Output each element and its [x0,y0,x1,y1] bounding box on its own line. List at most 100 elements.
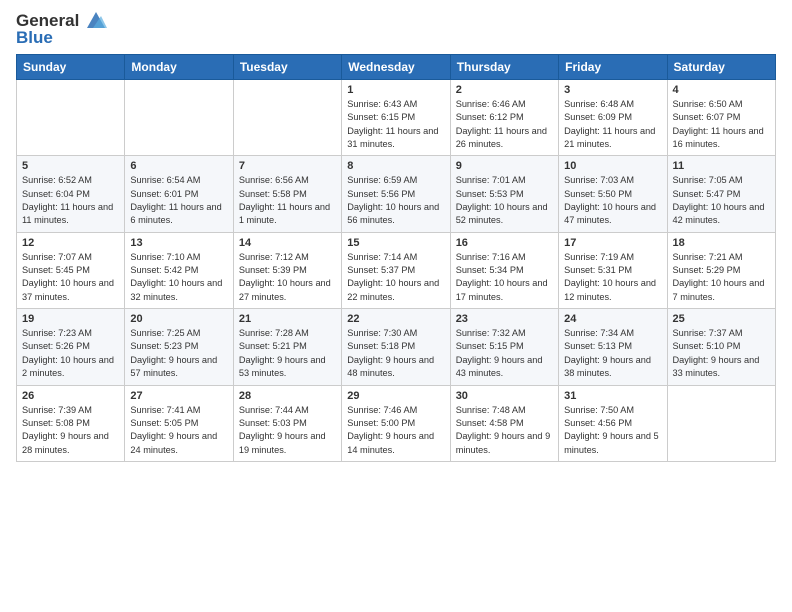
calendar-cell: 11 Sunrise: 7:05 AMSunset: 5:47 PMDayligh… [667,156,775,232]
calendar-cell: 29 Sunrise: 7:46 AMSunset: 5:00 PMDayligh… [342,385,450,461]
cell-content: Sunrise: 7:07 AMSunset: 5:45 PMDaylight:… [22,251,119,304]
calendar-cell: 20Sunrise: 7:25 AMSunset: 5:23 PMDayligh… [125,309,233,385]
calendar-cell: 13 Sunrise: 7:10 AMSunset: 5:42 PMDayligh… [125,232,233,308]
day-number: 27 [130,390,227,402]
day-number: 26 [22,390,119,402]
calendar-cell: 14 Sunrise: 7:12 AMSunset: 5:39 PMDayligh… [233,232,341,308]
calendar-cell: 4 Sunrise: 6:50 AMSunset: 6:07 PMDaylight… [667,80,775,156]
cell-content: Sunrise: 7:21 AMSunset: 5:29 PMDaylight:… [673,251,770,304]
logo-blue-text: Blue [16,28,53,48]
calendar-cell: 22 Sunrise: 7:30 AMSunset: 5:18 PMDayligh… [342,309,450,385]
calendar-cell: 24 Sunrise: 7:34 AMSunset: 5:13 PMDayligh… [559,309,667,385]
calendar-cell: 31 Sunrise: 7:50 AMSunset: 4:56 PMDayligh… [559,385,667,461]
calendar-cell: 16 Sunrise: 7:16 AMSunset: 5:34 PMDayligh… [450,232,558,308]
weekday-header-wednesday: Wednesday [342,55,450,80]
day-number: 31 [564,390,661,402]
day-number: 1 [347,84,444,96]
calendar-cell: 10 Sunrise: 7:03 AMSunset: 5:50 PMDayligh… [559,156,667,232]
logo: General Blue [16,10,109,48]
cell-content: Sunrise: 7:10 AMSunset: 5:42 PMDaylight:… [130,251,227,304]
cell-content: Sunrise: 7:14 AMSunset: 5:37 PMDaylight:… [347,251,444,304]
day-number: 16 [456,237,553,249]
day-number: 13 [130,237,227,249]
day-number: 14 [239,237,336,249]
day-number: 28 [239,390,336,402]
calendar-cell: 28 Sunrise: 7:44 AMSunset: 5:03 PMDayligh… [233,385,341,461]
day-number: 25 [673,313,770,325]
weekday-header-row: SundayMondayTuesdayWednesdayThursdayFrid… [17,55,776,80]
cell-content: Sunrise: 7:37 AMSunset: 5:10 PMDaylight:… [673,327,770,380]
day-number: 12 [22,237,119,249]
cell-content: Sunrise: 7:16 AMSunset: 5:34 PMDaylight:… [456,251,553,304]
calendar-cell: 9 Sunrise: 7:01 AMSunset: 5:53 PMDaylight… [450,156,558,232]
calendar-cell: 26Sunrise: 7:39 AMSunset: 5:08 PMDayligh… [17,385,125,461]
cell-content: Sunrise: 6:46 AMSunset: 6:12 PMDaylight:… [456,98,553,151]
cell-content: Sunrise: 7:46 AMSunset: 5:00 PMDaylight:… [347,404,444,457]
cell-content: Sunrise: 7:23 AMSunset: 5:26 PMDaylight:… [22,327,119,380]
cell-content: Sunrise: 7:50 AMSunset: 4:56 PMDaylight:… [564,404,661,457]
calendar-cell: 15 Sunrise: 7:14 AMSunset: 5:37 PMDayligh… [342,232,450,308]
cell-content: Sunrise: 7:19 AMSunset: 5:31 PMDaylight:… [564,251,661,304]
cell-content: Sunrise: 7:05 AMSunset: 5:47 PMDaylight:… [673,174,770,227]
day-number: 24 [564,313,661,325]
cell-content: Sunrise: 6:52 AMSunset: 6:04 PMDaylight:… [22,174,119,227]
day-number: 11 [673,160,770,172]
cell-content: Sunrise: 7:01 AMSunset: 5:53 PMDaylight:… [456,174,553,227]
calendar-cell: 2 Sunrise: 6:46 AMSunset: 6:12 PMDaylight… [450,80,558,156]
calendar-cell: 1Sunrise: 6:43 AMSunset: 6:15 PMDaylight… [342,80,450,156]
calendar-cell [233,80,341,156]
day-number: 5 [22,160,119,172]
calendar-cell: 12 Sunrise: 7:07 AMSunset: 5:45 PMDayligh… [17,232,125,308]
day-number: 15 [347,237,444,249]
calendar-week-row: 26Sunrise: 7:39 AMSunset: 5:08 PMDayligh… [17,385,776,461]
cell-content: Sunrise: 7:28 AMSunset: 5:21 PMDaylight:… [239,327,336,380]
calendar-cell: 23Sunrise: 7:32 AMSunset: 5:15 PMDayligh… [450,309,558,385]
cell-content: Sunrise: 6:59 AMSunset: 5:56 PMDaylight:… [347,174,444,227]
calendar-cell: 19 Sunrise: 7:23 AMSunset: 5:26 PMDayligh… [17,309,125,385]
day-number: 18 [673,237,770,249]
calendar-cell [667,385,775,461]
day-number: 17 [564,237,661,249]
day-number: 19 [22,313,119,325]
page: General Blue SundayMondayTuesdayWednesda… [0,0,792,612]
weekday-header-saturday: Saturday [667,55,775,80]
day-number: 8 [347,160,444,172]
header: General Blue [16,10,776,48]
calendar-table: SundayMondayTuesdayWednesdayThursdayFrid… [16,54,776,462]
day-number: 7 [239,160,336,172]
cell-content: Sunrise: 6:50 AMSunset: 6:07 PMDaylight:… [673,98,770,151]
weekday-header-thursday: Thursday [450,55,558,80]
cell-content: Sunrise: 7:03 AMSunset: 5:50 PMDaylight:… [564,174,661,227]
cell-content: Sunrise: 6:48 AMSunset: 6:09 PMDaylight:… [564,98,661,151]
calendar-cell: 5 Sunrise: 6:52 AMSunset: 6:04 PMDaylight… [17,156,125,232]
weekday-header-sunday: Sunday [17,55,125,80]
calendar-cell [125,80,233,156]
weekday-header-monday: Monday [125,55,233,80]
calendar-cell: 7Sunrise: 6:56 AMSunset: 5:58 PMDaylight… [233,156,341,232]
cell-content: Sunrise: 7:44 AMSunset: 5:03 PMDaylight:… [239,404,336,457]
calendar-cell: 21Sunrise: 7:28 AMSunset: 5:21 PMDayligh… [233,309,341,385]
weekday-header-tuesday: Tuesday [233,55,341,80]
cell-content: Sunrise: 7:12 AMSunset: 5:39 PMDaylight:… [239,251,336,304]
cell-content: Sunrise: 7:34 AMSunset: 5:13 PMDaylight:… [564,327,661,380]
day-number: 29 [347,390,444,402]
cell-content: Sunrise: 7:30 AMSunset: 5:18 PMDaylight:… [347,327,444,380]
day-number: 9 [456,160,553,172]
calendar-cell: 18 Sunrise: 7:21 AMSunset: 5:29 PMDayligh… [667,232,775,308]
day-number: 4 [673,84,770,96]
day-number: 22 [347,313,444,325]
calendar-cell: 25 Sunrise: 7:37 AMSunset: 5:10 PMDayligh… [667,309,775,385]
day-number: 20 [130,313,227,325]
day-number: 6 [130,160,227,172]
logo-icon [83,10,109,32]
calendar-cell [17,80,125,156]
calendar-week-row: 19 Sunrise: 7:23 AMSunset: 5:26 PMDayligh… [17,309,776,385]
day-number: 23 [456,313,553,325]
calendar-cell: 6Sunrise: 6:54 AMSunset: 6:01 PMDaylight… [125,156,233,232]
cell-content: Sunrise: 7:41 AMSunset: 5:05 PMDaylight:… [130,404,227,457]
day-number: 3 [564,84,661,96]
calendar-cell: 27 Sunrise: 7:41 AMSunset: 5:05 PMDayligh… [125,385,233,461]
calendar-cell: 30Sunrise: 7:48 AMSunset: 4:58 PMDayligh… [450,385,558,461]
day-number: 10 [564,160,661,172]
day-number: 2 [456,84,553,96]
